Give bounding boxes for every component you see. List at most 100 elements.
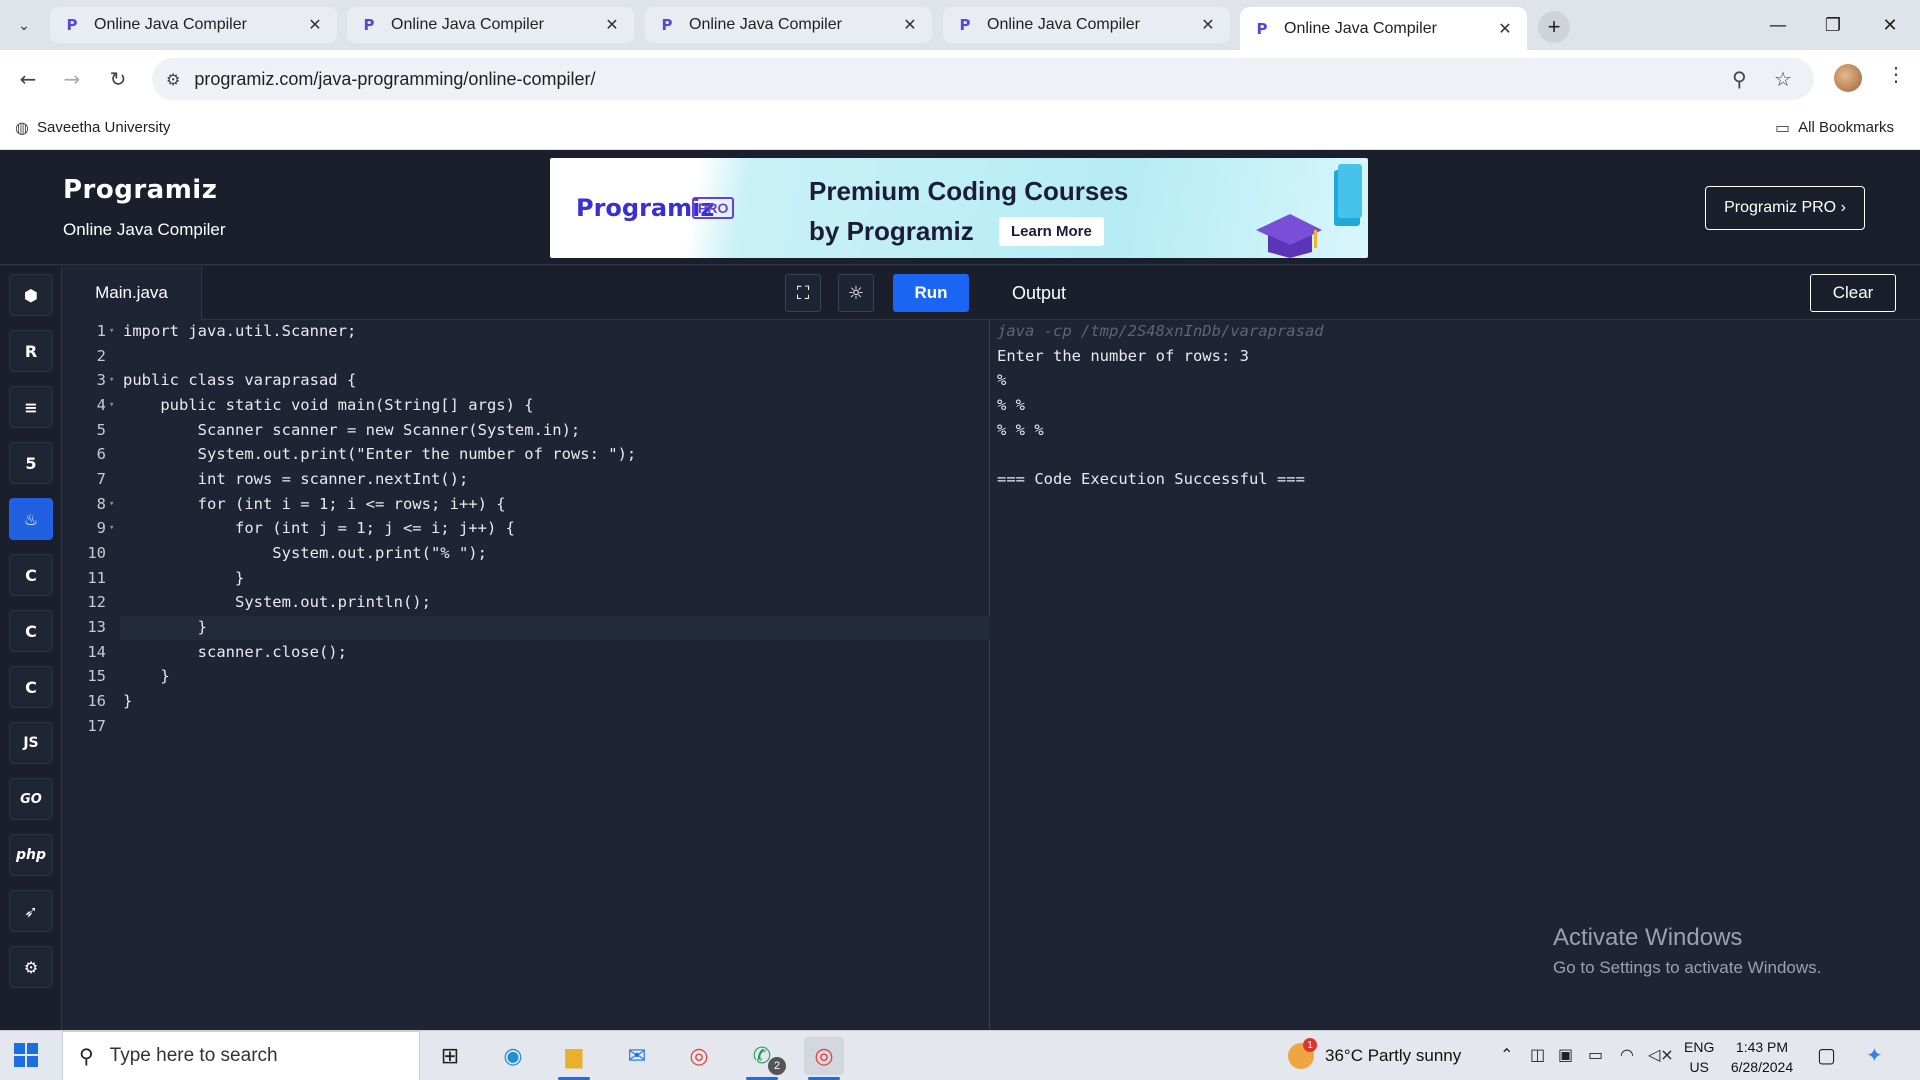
folder-icon: ▭	[1775, 118, 1791, 137]
windows-start-icon[interactable]	[14, 1043, 38, 1067]
programiz-pro-button[interactable]: Programiz PRO ›	[1705, 186, 1865, 230]
fold-arrow-icon[interactable]: ▾	[109, 375, 114, 385]
output-line: Enter the number of rows: 3	[997, 347, 1249, 365]
all-bookmarks-button[interactable]: ▭ All Bookmarks	[1775, 118, 1894, 137]
code-line: scanner.close();	[123, 643, 347, 661]
defender-icon[interactable]: ▣	[1558, 1045, 1573, 1064]
fold-arrow-icon[interactable]: ▾	[109, 523, 114, 533]
tab-search-chevron-icon[interactable]: ⌄	[10, 12, 38, 38]
run-button[interactable]: Run	[893, 274, 969, 312]
code-line: for (int j = 1; j <= i; j++) {	[123, 519, 515, 537]
file-explorer-icon[interactable]: ▆	[554, 1037, 594, 1080]
back-arrow-icon[interactable]: ←	[13, 64, 43, 94]
site-info-icon[interactable]: ⚙	[166, 70, 180, 89]
search-icon: ⚲	[79, 1044, 94, 1068]
bookmark-star-icon[interactable]: ☆	[1774, 58, 1792, 100]
code-line: }	[123, 569, 245, 587]
new-tab-button[interactable]: +	[1538, 11, 1570, 43]
minimize-window-icon[interactable]: —	[1758, 10, 1798, 40]
fullscreen-icon[interactable]: ⛶	[785, 274, 821, 312]
edge-browser-icon[interactable]: ◉	[493, 1037, 533, 1075]
clock[interactable]: 1:43 PM 6/28/2024	[1724, 1037, 1800, 1077]
fold-arrow-icon[interactable]: ▾	[109, 326, 114, 336]
browser-tab[interactable]: P Online Java Compiler ✕	[347, 7, 634, 43]
go-language-icon[interactable]: GO	[9, 778, 53, 820]
programiz-favicon-icon: P	[959, 16, 971, 34]
close-window-icon[interactable]: ✕	[1870, 10, 1910, 40]
chrome-icon[interactable]: ◎	[679, 1037, 719, 1075]
learn-more-button[interactable]: Learn More	[999, 217, 1104, 246]
graduation-cap-icon	[1256, 214, 1322, 258]
close-tab-icon[interactable]: ✕	[1495, 19, 1515, 39]
clear-button[interactable]: Clear	[1810, 274, 1896, 312]
close-tab-icon[interactable]: ✕	[1198, 15, 1218, 35]
swift-language-icon[interactable]: ➶	[9, 890, 53, 932]
output-title: Output	[1012, 282, 1067, 303]
battery-icon[interactable]: ▭	[1588, 1045, 1603, 1064]
csharp-language-icon[interactable]: C	[9, 666, 53, 708]
c-language-icon[interactable]: C	[9, 554, 53, 596]
line-number: 7	[96, 470, 106, 488]
code-area[interactable]: 1 2 3 4 5 6 7 8 9 10 11 12 13 14 15 16 1…	[62, 320, 990, 1030]
weather-badge: 1	[1303, 1038, 1317, 1052]
html-language-icon[interactable]: 5	[9, 442, 53, 484]
cpp-language-icon[interactable]: C	[9, 610, 53, 652]
sql-language-icon[interactable]: ≡	[9, 386, 53, 428]
input-language-indicator[interactable]: ENG US	[1684, 1037, 1714, 1077]
tab-title: Online Java Compiler	[94, 16, 247, 33]
javascript-language-icon[interactable]: JS	[9, 722, 53, 764]
tab-title: Online Java Compiler	[391, 16, 544, 33]
line-number: 2	[96, 347, 106, 365]
line-number: 3	[96, 371, 106, 389]
zoom-icon[interactable]: ⚲	[1732, 58, 1747, 100]
browser-tab-active[interactable]: P Online Java Compiler ✕	[1240, 7, 1527, 50]
tab-title: Online Java Compiler	[689, 16, 842, 33]
code-line: for (int i = 1; i <= rows; i++) {	[123, 495, 506, 513]
restore-window-icon[interactable]: ❐	[1813, 10, 1853, 40]
close-tab-icon[interactable]: ✕	[305, 15, 325, 35]
mail-icon[interactable]: ✉	[617, 1037, 657, 1075]
programiz-logo[interactable]: Programiz	[63, 175, 217, 205]
browser-tab[interactable]: P Online Java Compiler ✕	[943, 7, 1230, 43]
url-text[interactable]: programiz.com/java-programming/online-co…	[194, 69, 595, 90]
address-bar[interactable]: ⚙ programiz.com/java-programming/online-…	[152, 58, 1814, 100]
theme-toggle-sun-icon[interactable]: ☼	[838, 274, 874, 312]
fold-arrow-icon[interactable]: ▾	[109, 400, 114, 410]
line-number: 14	[87, 643, 106, 661]
file-tab-main-java[interactable]: Main.java	[62, 266, 202, 320]
close-tab-icon[interactable]: ✕	[900, 15, 920, 35]
java-language-icon[interactable]: ♨	[9, 498, 53, 540]
tab-title: Online Java Compiler	[1284, 19, 1437, 37]
task-view-icon[interactable]: ⊞	[430, 1037, 470, 1075]
browser-tab[interactable]: P Online Java Compiler ✕	[645, 7, 932, 43]
close-tab-icon[interactable]: ✕	[602, 15, 622, 35]
windows-taskbar: ⚲ Type here to search ⊞ ◉ ▆ ✉ ◎ ✆ 2 ◎ 1 …	[0, 1030, 1920, 1080]
taskbar-search-box[interactable]: ⚲ Type here to search	[62, 1031, 420, 1080]
line-number: 6	[96, 445, 106, 463]
profile-avatar[interactable]	[1834, 64, 1862, 92]
copilot-icon[interactable]: ✦	[1866, 1043, 1883, 1067]
weather-text[interactable]: 36°C Partly sunny	[1325, 1031, 1461, 1080]
volume-muted-icon[interactable]: ◁×	[1648, 1045, 1674, 1064]
code-line: import java.util.Scanner;	[123, 322, 357, 340]
browser-menu-icon[interactable]: ⋮	[1886, 62, 1906, 87]
reload-icon[interactable]: ↻	[103, 64, 133, 94]
php-language-icon[interactable]: php	[9, 834, 53, 876]
python-language-icon[interactable]: ⬢	[9, 274, 53, 316]
rust-language-icon[interactable]: ⚙	[9, 946, 53, 988]
line-number: 8	[96, 495, 106, 513]
notification-center-icon[interactable]: ▢	[1817, 1043, 1836, 1067]
promo-banner[interactable]: Programiz PRO Premium Coding Courses by …	[550, 158, 1368, 258]
r-language-icon[interactable]: R	[9, 330, 53, 372]
code-line: }	[123, 667, 170, 685]
forward-arrow-icon[interactable]: →	[57, 64, 87, 94]
meet-now-icon[interactable]: ◫	[1530, 1045, 1545, 1064]
code-line: System.out.print("Enter the number of ro…	[123, 445, 637, 463]
bookmark-saveetha[interactable]: ◍ Saveetha University	[15, 118, 170, 137]
fold-arrow-icon[interactable]: ▾	[109, 499, 114, 509]
wifi-icon[interactable]: ◠	[1620, 1045, 1634, 1064]
chrome-active-window-icon[interactable]: ◎	[804, 1037, 844, 1080]
page-subtitle: Online Java Compiler	[63, 220, 226, 239]
show-hidden-icons-chevron-icon[interactable]: ⌃	[1500, 1045, 1513, 1064]
browser-tab[interactable]: P Online Java Compiler ✕	[50, 7, 337, 43]
